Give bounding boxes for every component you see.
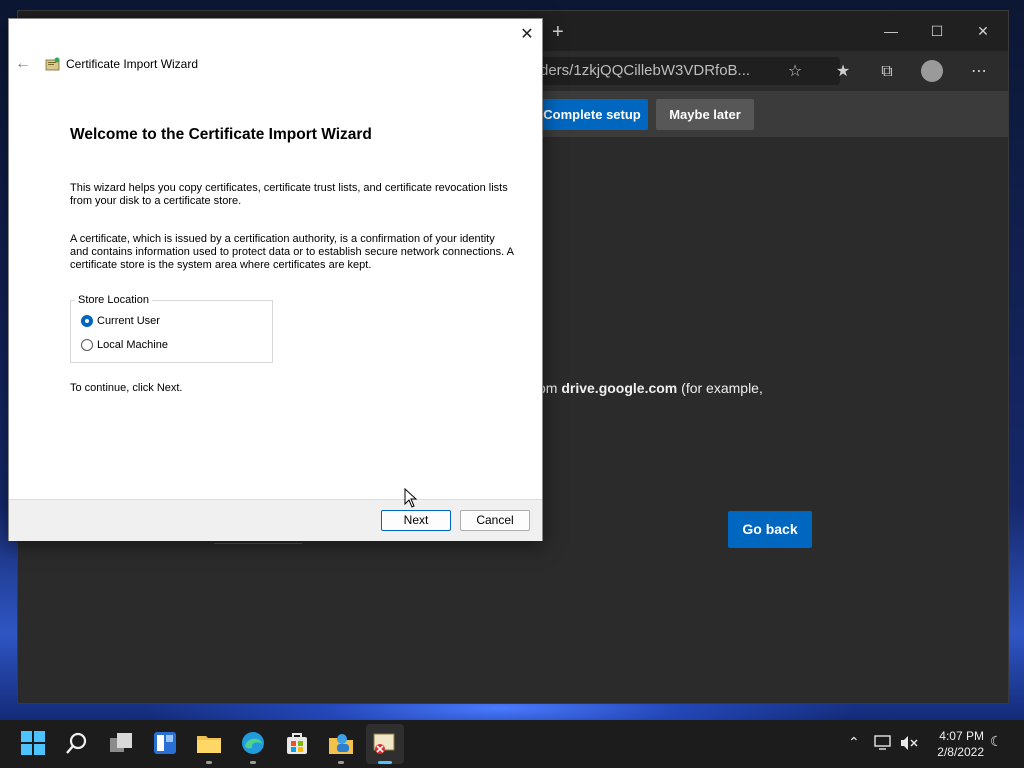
volume-muted-icon[interactable] [900,735,918,751]
maximize-button[interactable]: ☐ [914,17,960,45]
page-message: om drive.google.com (for example, [538,380,763,396]
new-tab-button[interactable]: + [552,21,564,44]
certificate-import-wizard-dialog: ✕ ← Certificate Import Wizard Welcome to… [8,18,543,541]
page-message-suffix: (for example, [677,380,763,396]
radio-selected-icon[interactable] [81,315,93,327]
next-button[interactable]: Next [381,510,451,531]
back-arrow-icon[interactable]: ← [15,55,31,73]
cancel-button[interactable]: Cancel [460,510,530,531]
edge-icon[interactable] [240,730,266,756]
continue-instruction: To continue, click Next. [70,382,183,394]
store-location-legend: Store Location [75,294,152,306]
radio-local-machine-label: Local Machine [97,339,168,351]
store-location-group [70,300,273,363]
add-favorite-icon[interactable]: ☆ [784,61,806,83]
profile-avatar[interactable] [921,60,943,82]
show-hidden-icons-chevron-icon[interactable]: ⌃ [848,734,860,751]
store-icon[interactable] [284,730,310,756]
radio-unselected-icon[interactable] [81,339,93,351]
more-menu-icon[interactable]: ⋯ [968,61,990,83]
intro-paragraph: This wizard helps you copy certificates,… [70,182,508,207]
maybe-later-button[interactable]: Maybe later [656,99,754,130]
clock-date: 2/8/2022 [937,745,984,759]
divider [214,543,302,544]
running-indicator [338,761,344,764]
task-view-icon[interactable] [108,730,134,756]
active-running-indicator [378,761,392,764]
complete-setup-button[interactable]: Complete setup [536,99,648,130]
radio-local-machine[interactable]: Local Machine [81,337,168,353]
page-message-domain: drive.google.com [561,380,678,396]
certificate-app-icon[interactable] [372,730,398,756]
radio-current-user-label: Current User [97,315,160,327]
focus-assist-moon-icon[interactable]: ☾ [990,733,1003,750]
widgets-icon[interactable] [152,730,178,756]
mouse-cursor-icon [404,488,418,508]
wizard-heading: Welcome to the Certificate Import Wizard [70,126,372,143]
running-indicator [206,761,212,764]
close-window-button[interactable]: ✕ [960,17,1006,45]
certificate-description-paragraph: A certificate, which is issued by a cert… [70,233,514,271]
clock[interactable]: 4:07 PM 2/8/2022 [928,728,984,760]
certificate-icon [45,57,60,71]
minimize-button[interactable]: — [868,17,914,45]
radio-current-user[interactable]: Current User [81,313,160,329]
clock-time: 4:07 PM [939,729,984,743]
running-indicator [250,761,256,764]
search-icon[interactable] [64,730,90,756]
user-folder-icon[interactable] [328,730,354,756]
dialog-title: Certificate Import Wizard [66,57,199,71]
network-icon[interactable] [874,735,892,751]
go-back-button[interactable]: Go back [728,511,812,548]
dialog-footer: Next Cancel [9,499,542,541]
taskbar: ⌃ 4:07 PM 2/8/2022 ☾ [0,720,1024,768]
collections-icon[interactable]: ⧉ [876,61,898,83]
dialog-titlebar: ✕ [9,19,542,49]
dialog-close-button[interactable]: ✕ [514,23,540,47]
file-explorer-icon[interactable] [196,730,222,756]
favorites-icon[interactable]: ★ [832,61,854,83]
start-icon[interactable] [20,730,46,756]
